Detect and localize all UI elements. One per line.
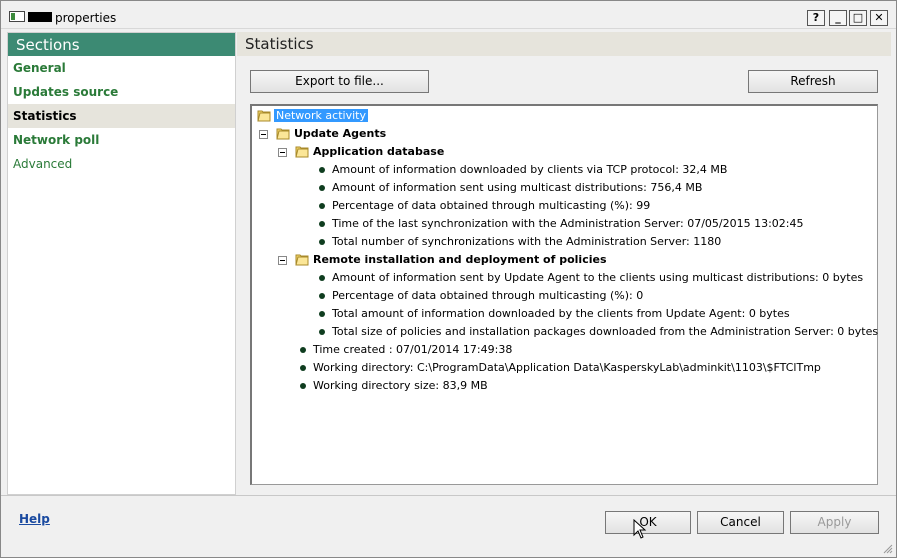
stat-item[interactable]: Total number of synchronizations with th…: [332, 233, 721, 251]
sections-header: Sections: [8, 33, 235, 56]
collapse-remote-installation[interactable]: [278, 256, 287, 265]
minimize-button[interactable]: _: [829, 10, 847, 26]
stat-item[interactable]: Percentage of data obtained through mult…: [332, 287, 643, 305]
tree-node-application-database[interactable]: Application database: [313, 143, 444, 161]
redacted-name: [28, 12, 52, 22]
app-icon: [9, 11, 25, 22]
bullet-icon: [319, 275, 325, 281]
window-title: properties: [55, 11, 117, 25]
help-link[interactable]: Help: [19, 512, 50, 526]
collapse-update-agents[interactable]: [259, 130, 268, 139]
stat-item[interactable]: Amount of information sent by Update Age…: [332, 269, 863, 287]
folder-icon: [295, 254, 309, 266]
bullet-icon: [319, 167, 325, 173]
bullet-icon: [300, 347, 306, 353]
bullet-icon: [319, 185, 325, 191]
bullet-icon: [319, 221, 325, 227]
stat-item[interactable]: Time of the last synchronization with th…: [332, 215, 804, 233]
collapse-application-database[interactable]: [278, 148, 287, 157]
tree-node-update-agents[interactable]: Update Agents: [294, 125, 386, 143]
folder-icon: [276, 128, 290, 140]
context-help-button[interactable]: ?: [807, 10, 825, 26]
tree-node-remote-installation[interactable]: Remote installation and deployment of po…: [313, 251, 607, 269]
bullet-icon: [300, 383, 306, 389]
stat-item[interactable]: Total size of policies and installation …: [332, 323, 878, 341]
bullet-icon: [319, 203, 325, 209]
sidebar-item-updates-source[interactable]: Updates source: [8, 80, 235, 104]
tree-root-label: Network activity: [274, 109, 368, 122]
stat-item[interactable]: Time created : 07/01/2014 17:49:38: [313, 341, 512, 359]
resize-grip-icon[interactable]: [883, 544, 893, 554]
stat-item[interactable]: Percentage of data obtained through mult…: [332, 197, 650, 215]
bullet-icon: [319, 293, 325, 299]
bullet-icon: [319, 311, 325, 317]
apply-button[interactable]: Apply: [790, 511, 879, 534]
close-button[interactable]: ✕: [870, 10, 888, 26]
ok-button[interactable]: OK: [605, 511, 691, 534]
refresh-button[interactable]: Refresh: [748, 70, 878, 93]
sidebar-item-advanced[interactable]: Advanced: [8, 152, 235, 176]
stat-item[interactable]: Total amount of information downloaded b…: [332, 305, 790, 323]
cancel-button[interactable]: Cancel: [697, 511, 784, 534]
bullet-icon: [319, 329, 325, 335]
tree-node-network-activity[interactable]: Network activity: [274, 107, 368, 125]
sections-sidebar: Sections General Updates source Statisti…: [7, 32, 236, 495]
sidebar-item-general[interactable]: General: [8, 56, 235, 80]
statistics-tree[interactable]: Network activity Update Agents Applicati…: [250, 104, 878, 485]
export-to-file-button[interactable]: Export to file...: [250, 70, 429, 93]
maximize-button[interactable]: □: [849, 10, 867, 26]
sidebar-item-network-poll[interactable]: Network poll: [8, 128, 235, 152]
stat-item[interactable]: Amount of information downloaded by clie…: [332, 161, 727, 179]
properties-window: properties ? _ □ ✕ Sections General Upda…: [0, 0, 897, 558]
folder-icon: [257, 110, 271, 122]
mouse-cursor-icon: [633, 519, 647, 539]
stat-item[interactable]: Working directory size: 83,9 MB: [313, 377, 488, 395]
page-title: Statistics: [237, 32, 891, 56]
stat-item[interactable]: Working directory: C:\ProgramData\Applic…: [313, 359, 821, 377]
sidebar-item-statistics[interactable]: Statistics: [8, 104, 235, 128]
title-bar[interactable]: properties ? _ □ ✕: [1, 1, 896, 29]
stat-item[interactable]: Amount of information sent using multica…: [332, 179, 702, 197]
bullet-icon: [319, 239, 325, 245]
folder-icon: [295, 146, 309, 158]
bullet-icon: [300, 365, 306, 371]
